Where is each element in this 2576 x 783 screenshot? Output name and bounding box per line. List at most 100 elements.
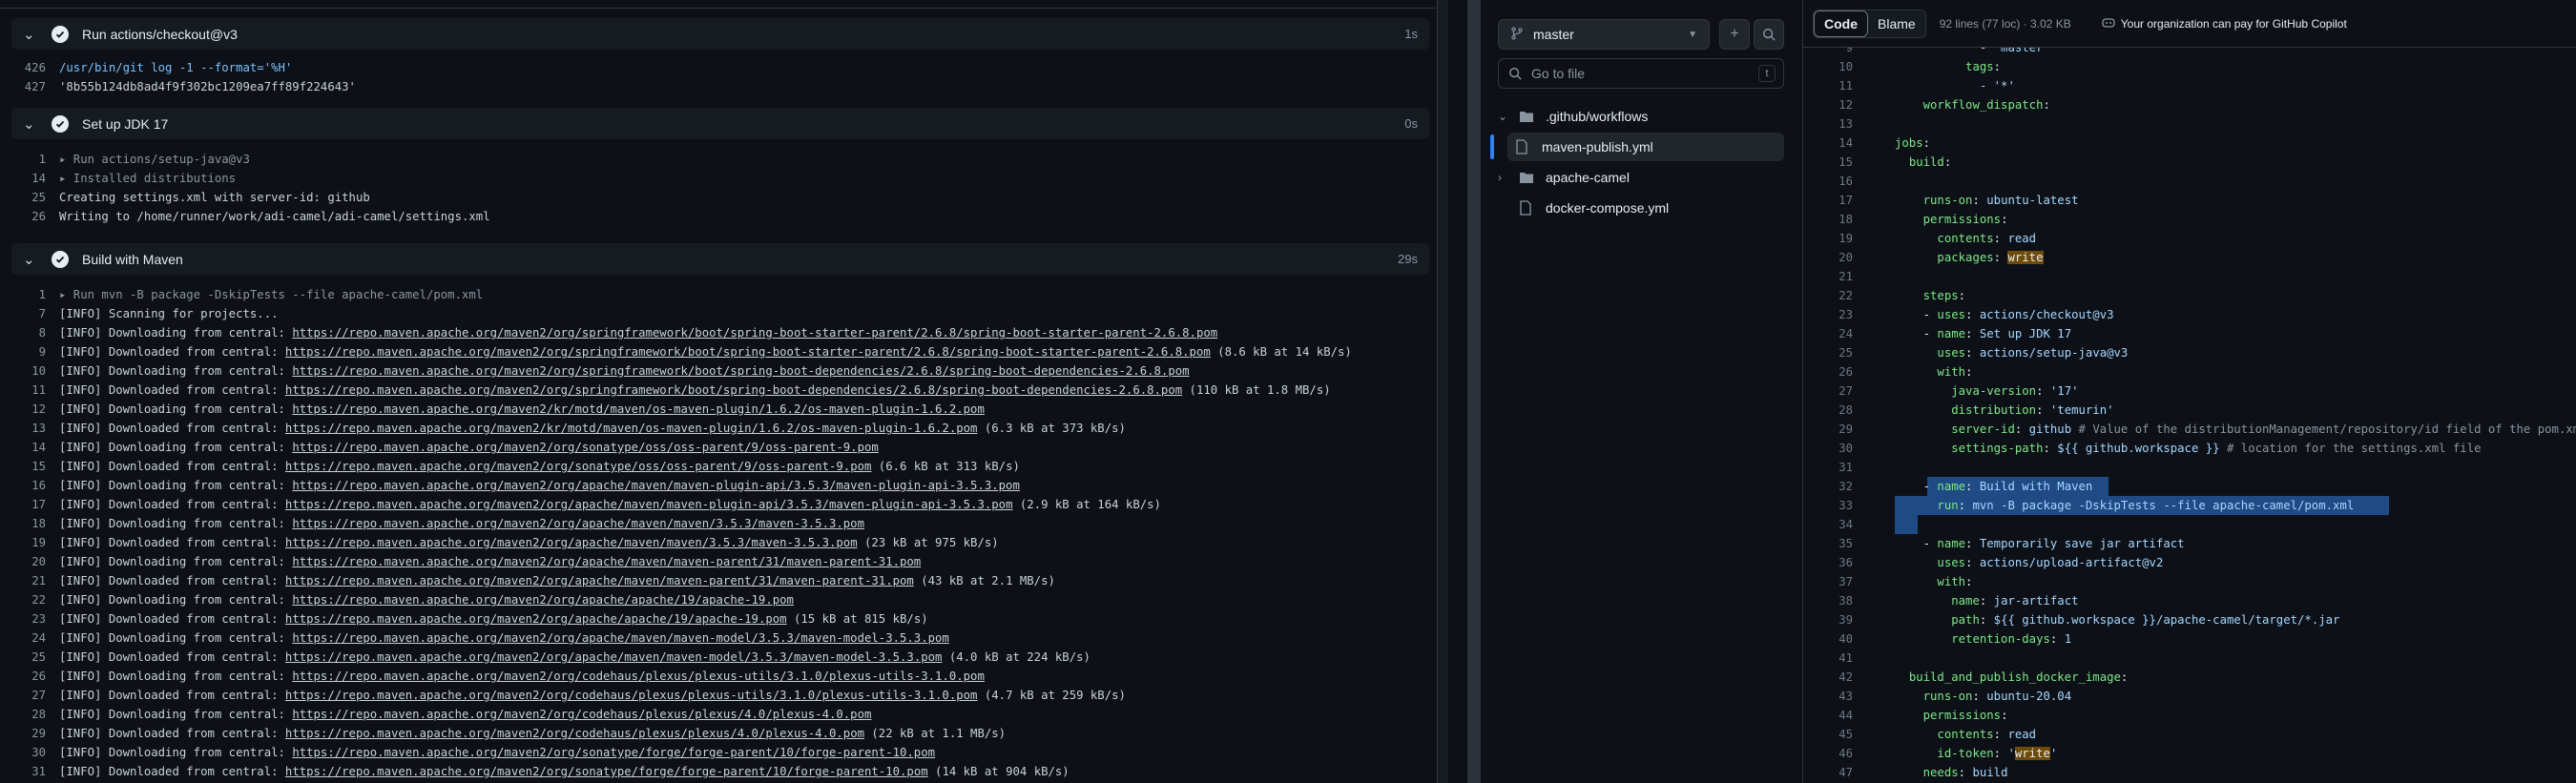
artifact-link[interactable]: https://repo.maven.apache.org/maven2/org… bbox=[285, 727, 864, 740]
line-number[interactable]: 8 bbox=[11, 323, 59, 342]
log-text[interactable]: ▸ Run mvn -B package -DskipTests --file … bbox=[59, 285, 483, 304]
line-number[interactable]: 17 bbox=[1803, 191, 1853, 210]
artifact-link[interactable]: https://repo.maven.apache.org/maven2/org… bbox=[292, 708, 871, 721]
artifact-link[interactable]: https://repo.maven.apache.org/maven2/org… bbox=[292, 746, 935, 759]
line-number[interactable]: 7 bbox=[11, 304, 59, 323]
line-number[interactable]: 29 bbox=[11, 724, 59, 743]
line-number[interactable]: 14 bbox=[1803, 134, 1853, 153]
line-number[interactable]: 16 bbox=[1803, 172, 1853, 191]
line-number[interactable]: 18 bbox=[11, 514, 59, 533]
tree-folder-workflows[interactable]: ⌄ .github/workflows bbox=[1498, 102, 1784, 131]
line-number[interactable]: 1 bbox=[11, 285, 59, 304]
step-header[interactable]: ⌄ Run actions/checkout@v3 1s bbox=[11, 18, 1429, 50]
log-text[interactable]: ▸ Installed distributions bbox=[59, 169, 236, 188]
search-button[interactable] bbox=[1754, 19, 1784, 50]
line-number[interactable]: 32 bbox=[1803, 477, 1853, 496]
line-number[interactable]: 18 bbox=[1803, 210, 1853, 229]
line-number[interactable]: 14 bbox=[11, 438, 59, 457]
line-number[interactable]: 28 bbox=[11, 705, 59, 724]
split-handle[interactable] bbox=[1467, 0, 1481, 783]
artifact-link[interactable]: https://repo.maven.apache.org/maven2/org… bbox=[285, 765, 928, 778]
line-number[interactable]: 15 bbox=[11, 457, 59, 476]
artifact-link[interactable]: https://repo.maven.apache.org/maven2/org… bbox=[292, 670, 985, 683]
line-number[interactable]: 31 bbox=[11, 762, 59, 781]
log-text[interactable]: ▸ Run actions/setup-java@v3 bbox=[59, 150, 250, 169]
line-number[interactable]: 24 bbox=[1803, 324, 1853, 343]
line-number[interactable]: 426 bbox=[11, 58, 59, 77]
artifact-link[interactable]: https://repo.maven.apache.org/maven2/org… bbox=[292, 555, 921, 568]
line-number[interactable]: 41 bbox=[1803, 649, 1853, 668]
line-number[interactable]: 37 bbox=[1803, 572, 1853, 591]
line-number[interactable]: 45 bbox=[1803, 725, 1853, 744]
go-to-file-input[interactable] bbox=[1531, 66, 1741, 81]
line-number[interactable]: 19 bbox=[1803, 229, 1853, 248]
line-number[interactable]: 20 bbox=[11, 552, 59, 571]
log-scrollbar[interactable] bbox=[1437, 0, 1448, 783]
line-number[interactable]: 28 bbox=[1803, 401, 1853, 420]
line-number[interactable]: 22 bbox=[1803, 286, 1853, 305]
line-number[interactable]: 25 bbox=[11, 648, 59, 667]
line-number[interactable]: 29 bbox=[1803, 420, 1853, 439]
line-number[interactable]: 25 bbox=[11, 188, 59, 207]
line-number[interactable]: 16 bbox=[11, 476, 59, 495]
artifact-link[interactable]: https://repo.maven.apache.org/maven2/org… bbox=[292, 326, 1217, 340]
line-number[interactable]: 12 bbox=[11, 400, 59, 419]
artifact-link[interactable]: https://repo.maven.apache.org/maven2/org… bbox=[285, 345, 1211, 359]
copilot-notice[interactable]: Your organization can pay for GitHub Cop… bbox=[2102, 16, 2347, 31]
tree-file-docker-compose[interactable]: docker-compose.yml bbox=[1498, 194, 1784, 222]
line-number[interactable]: 20 bbox=[1803, 248, 1853, 267]
line-number[interactable]: 21 bbox=[11, 571, 59, 590]
line-number[interactable]: 46 bbox=[1803, 744, 1853, 763]
artifact-link[interactable]: https://repo.maven.apache.org/maven2/org… bbox=[285, 498, 1013, 511]
line-number[interactable]: 21 bbox=[1803, 267, 1853, 286]
line-number[interactable]: 27 bbox=[1803, 381, 1853, 401]
line-number[interactable]: 33 bbox=[1803, 496, 1853, 515]
tree-folder-apache-camel[interactable]: › apache-camel bbox=[1498, 163, 1784, 192]
split-divider[interactable] bbox=[1448, 0, 1483, 783]
line-number[interactable]: 38 bbox=[1803, 591, 1853, 610]
line-number[interactable]: 39 bbox=[1803, 610, 1853, 629]
line-number[interactable]: 27 bbox=[11, 686, 59, 705]
line-number[interactable]: 34 bbox=[1803, 515, 1853, 534]
artifact-link[interactable]: https://repo.maven.apache.org/maven2/kr/… bbox=[292, 402, 985, 416]
go-to-file-search[interactable]: t bbox=[1498, 58, 1784, 89]
line-number[interactable]: 26 bbox=[1803, 362, 1853, 381]
artifact-link[interactable]: https://repo.maven.apache.org/maven2/kr/… bbox=[285, 422, 978, 435]
line-number[interactable]: 24 bbox=[11, 628, 59, 648]
line-number[interactable]: 43 bbox=[1803, 687, 1853, 706]
tree-file-maven-publish[interactable]: maven-publish.yml bbox=[1507, 133, 1784, 161]
artifact-link[interactable]: https://repo.maven.apache.org/maven2/org… bbox=[292, 479, 1020, 492]
tab-code[interactable]: Code bbox=[1814, 10, 1868, 37]
artifact-link[interactable]: https://repo.maven.apache.org/maven2/org… bbox=[285, 383, 1182, 397]
line-number[interactable]: 427 bbox=[11, 77, 59, 96]
artifact-link[interactable]: https://repo.maven.apache.org/maven2/org… bbox=[292, 441, 878, 454]
artifact-link[interactable]: https://repo.maven.apache.org/maven2/org… bbox=[292, 631, 949, 645]
line-number[interactable]: 15 bbox=[1803, 153, 1853, 172]
line-number[interactable]: 47 bbox=[1803, 763, 1853, 782]
line-number[interactable]: 40 bbox=[1803, 629, 1853, 649]
artifact-link[interactable]: https://repo.maven.apache.org/maven2/org… bbox=[285, 650, 943, 664]
line-number[interactable]: 19 bbox=[11, 533, 59, 552]
artifact-link[interactable]: https://repo.maven.apache.org/maven2/org… bbox=[292, 517, 864, 530]
line-number[interactable]: 10 bbox=[11, 361, 59, 381]
line-number[interactable]: 36 bbox=[1803, 553, 1853, 572]
artifact-link[interactable]: https://repo.maven.apache.org/maven2/org… bbox=[285, 612, 787, 626]
line-number[interactable]: 14 bbox=[11, 169, 59, 188]
line-number[interactable]: 23 bbox=[11, 609, 59, 628]
line-number[interactable]: 13 bbox=[1803, 114, 1853, 134]
artifact-link[interactable]: https://repo.maven.apache.org/maven2/org… bbox=[285, 536, 858, 549]
step-header[interactable]: ⌄ Build with Maven 29s bbox=[11, 243, 1429, 275]
line-number[interactable]: 1 bbox=[11, 150, 59, 169]
line-number[interactable]: 9 bbox=[11, 342, 59, 361]
line-number[interactable]: 12 bbox=[1803, 95, 1853, 114]
line-number[interactable]: 26 bbox=[11, 207, 59, 226]
line-number[interactable]: 22 bbox=[11, 590, 59, 609]
line-number[interactable]: 23 bbox=[1803, 305, 1853, 324]
line-number[interactable]: 13 bbox=[11, 419, 59, 438]
artifact-link[interactable]: https://repo.maven.apache.org/maven2/org… bbox=[292, 593, 794, 607]
line-number[interactable]: 44 bbox=[1803, 706, 1853, 725]
tab-blame[interactable]: Blame bbox=[1868, 10, 1925, 37]
artifact-link[interactable]: https://repo.maven.apache.org/maven2/org… bbox=[285, 460, 871, 473]
line-number[interactable]: 10 bbox=[1803, 57, 1853, 76]
artifact-link[interactable]: https://repo.maven.apache.org/maven2/org… bbox=[285, 574, 914, 587]
